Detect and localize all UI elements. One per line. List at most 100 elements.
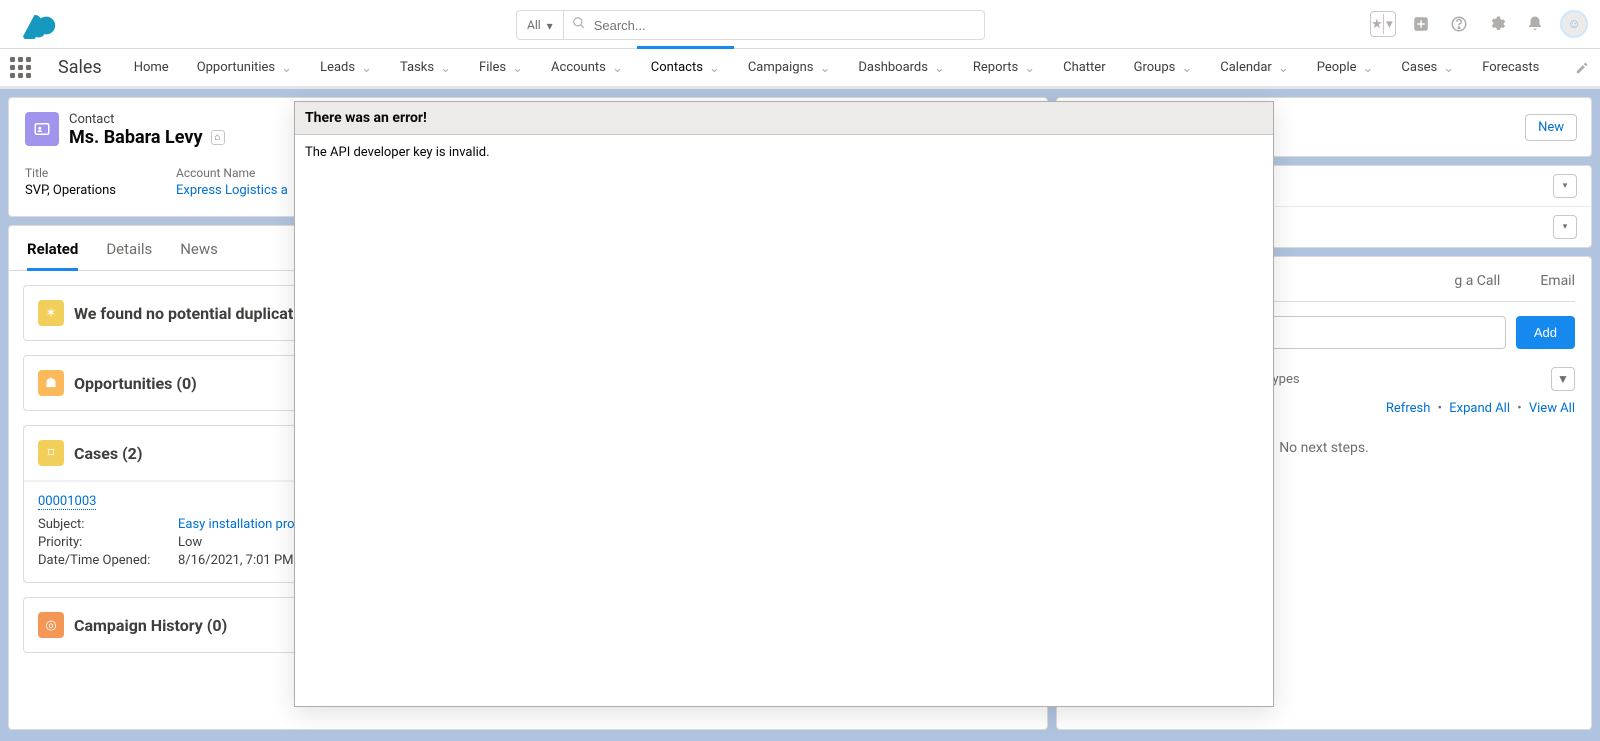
duplicates-heading[interactable]: We found no potential duplicat (74, 304, 293, 323)
chevron-down-icon: ▾ (547, 19, 553, 33)
summary-menu-0[interactable]: ▾ (1553, 174, 1577, 198)
case-opened-value: 8/16/2021, 7:01 PM (178, 553, 294, 568)
nav-item-label: Contacts (651, 60, 703, 75)
chevron-down-icon: ⌄ (361, 61, 372, 76)
nav-item-contacts[interactable]: Contacts ⌄ (637, 49, 734, 86)
case-number-link[interactable]: 00001003 (38, 494, 96, 510)
context-nav-bar: Sales HomeOpportunities⌄Leads⌄Tasks⌄File… (0, 49, 1600, 89)
record-object-type: Contact (69, 112, 225, 127)
star-icon: ★ (1371, 14, 1384, 34)
search-icon (572, 16, 586, 34)
chevron-down-icon: ⌄ (612, 61, 623, 76)
nav-item-home[interactable]: Home (120, 49, 183, 86)
nav-item-label: Opportunities (197, 60, 275, 75)
nav-item-label: Dashboards (858, 60, 928, 75)
chevron-down-icon: ⌄ (1363, 61, 1374, 76)
user-avatar[interactable]: ☺ (1560, 10, 1588, 38)
title-field-label: Title (25, 166, 116, 180)
add-button[interactable] (1408, 11, 1434, 37)
case-priority-value: Low (178, 535, 202, 550)
case-opened-label: Date/Time Opened: (38, 553, 178, 568)
activity-tab-call[interactable]: g a Call (1454, 273, 1500, 289)
search-scope-select[interactable]: All ▾ (517, 11, 564, 39)
nav-item-groups[interactable]: Groups ⌄ (1120, 49, 1207, 86)
nav-item-label: Files (479, 60, 506, 75)
hierarchy-icon[interactable]: ⌂ (211, 130, 225, 145)
app-name: Sales (40, 49, 120, 86)
nav-item-files[interactable]: Files ⌄ (465, 49, 537, 86)
nav-item-forecasts[interactable]: Forecasts (1468, 49, 1553, 86)
account-link[interactable]: Express Logistics a (176, 183, 288, 198)
chevron-down-icon: ⌄ (934, 61, 945, 76)
global-header: All ▾ ★ ▾ ☺ (0, 0, 1600, 49)
chevron-down-icon: ⌄ (512, 61, 523, 76)
nav-item-label: Campaigns (748, 60, 814, 75)
nav-item-people[interactable]: People ⌄ (1303, 49, 1388, 86)
tab-news[interactable]: News (180, 240, 218, 270)
filter-funnel-icon[interactable]: ▼ (1551, 367, 1575, 391)
case-priority-label: Priority: (38, 535, 178, 550)
nav-item-label: Forecasts (1482, 60, 1539, 75)
salesforce-cloud-logo (18, 9, 62, 39)
chevron-down-icon: ⌄ (819, 61, 830, 76)
campaign-heading[interactable]: Campaign History (0) (74, 616, 227, 635)
error-modal-message: The API developer key is invalid. (295, 135, 1273, 170)
search-input[interactable] (564, 18, 984, 33)
nav-item-label: Reports (973, 60, 1018, 75)
view-all-link[interactable]: View All (1529, 401, 1575, 416)
nav-item-cases[interactable]: Cases ⌄ (1387, 49, 1468, 86)
opportunities-heading[interactable]: Opportunities (0) (74, 374, 197, 393)
add-task-button[interactable]: Add (1516, 316, 1575, 349)
chevron-down-icon: ⌄ (1278, 61, 1289, 76)
chevron-down-icon: ⌄ (1181, 61, 1192, 76)
summary-menu-1[interactable]: ▾ (1553, 215, 1577, 239)
account-field-label: Account Name (176, 166, 288, 180)
help-icon[interactable] (1446, 11, 1472, 37)
cases-heading[interactable]: Cases (2) (74, 444, 142, 463)
edit-nav-icon[interactable] (1564, 49, 1600, 86)
nav-item-dashboards[interactable]: Dashboards ⌄ (844, 49, 959, 86)
nav-item-label: Leads (320, 60, 355, 75)
nav-item-label: Cases (1401, 60, 1437, 75)
nav-item-tasks[interactable]: Tasks⌄ (386, 49, 465, 86)
refresh-link[interactable]: Refresh (1386, 401, 1430, 416)
case-icon: ⌑ (38, 440, 64, 466)
tab-details[interactable]: Details (106, 240, 152, 270)
campaign-icon: ◎ (38, 612, 64, 638)
nav-item-opportunities[interactable]: Opportunities⌄ (183, 49, 306, 86)
bell-icon[interactable] (1522, 11, 1548, 37)
activity-tab-email[interactable]: Email (1540, 273, 1575, 289)
opportunity-icon: ☗ (38, 370, 64, 396)
title-field-value: SVP, Operations (25, 183, 116, 198)
tab-related[interactable]: Related (27, 240, 78, 271)
nav-item-label: Calendar (1220, 60, 1272, 75)
chevron-down-icon: ⌄ (1443, 61, 1454, 76)
chevron-down-icon: ⌄ (1024, 61, 1035, 76)
chevron-down-icon: ⌄ (440, 61, 451, 76)
error-modal-title: There was an error! (295, 102, 1273, 135)
case-subject-label: Subject: (38, 517, 178, 532)
contact-object-icon (25, 112, 59, 146)
nav-item-label: Accounts (551, 60, 606, 75)
nav-item-campaigns[interactable]: Campaigns ⌄ (734, 49, 845, 86)
expand-all-link[interactable]: Expand All (1449, 401, 1510, 416)
new-button[interactable]: New (1525, 114, 1577, 141)
nav-item-reports[interactable]: Reports ⌄ (959, 49, 1049, 86)
nav-item-chatter[interactable]: Chatter (1049, 49, 1120, 86)
nav-item-label: Groups (1134, 60, 1176, 75)
error-modal: There was an error! The API developer ke… (294, 101, 1274, 707)
nav-item-label: Home (134, 60, 169, 75)
nav-item-label: Chatter (1063, 60, 1106, 75)
nav-item-calendar[interactable]: Calendar ⌄ (1206, 49, 1302, 86)
favorites-button[interactable]: ★ ▾ (1370, 11, 1396, 37)
nav-item-leads[interactable]: Leads ⌄ (306, 49, 386, 86)
case-subject-value[interactable]: Easy installation pro (178, 517, 295, 532)
app-launcher[interactable] (0, 49, 40, 86)
global-search: All ▾ (516, 10, 985, 40)
nav-item-accounts[interactable]: Accounts ⌄ (537, 49, 637, 86)
chevron-down-icon: ▾ (1384, 14, 1395, 34)
search-scope-label: All (527, 18, 541, 32)
gear-icon[interactable] (1484, 11, 1510, 37)
nav-item-label: People (1317, 60, 1357, 75)
chevron-down-icon: ⌄ (709, 61, 720, 76)
